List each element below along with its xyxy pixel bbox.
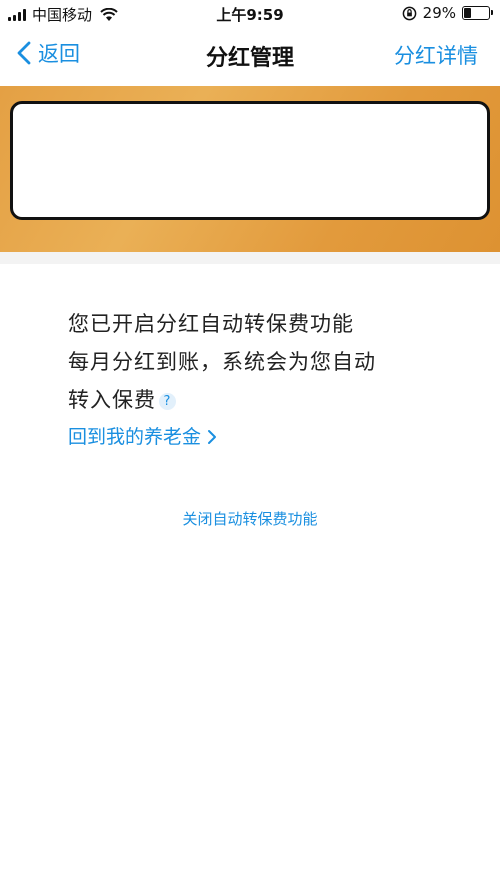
- status-bar: 中国移动 上午9:59 29%: [0, 0, 500, 28]
- section-divider: [0, 252, 500, 264]
- banner-card: [10, 101, 490, 220]
- chevron-right-icon: [208, 430, 217, 444]
- description-line-2: 转入保费?: [68, 381, 488, 419]
- description-text: 转入保费: [68, 388, 156, 412]
- rotation-lock-icon: [402, 6, 416, 20]
- navigation-bar: 返回 分红管理 分红详情: [0, 28, 500, 84]
- disable-auto-transfer-link[interactable]: 关闭自动转保费功能: [0, 508, 500, 529]
- battery-level: [464, 8, 471, 18]
- help-icon[interactable]: ?: [159, 393, 176, 410]
- dividend-details-button[interactable]: 分红详情: [394, 40, 478, 70]
- back-button[interactable]: 返回: [16, 38, 80, 68]
- chevron-left-icon: [17, 41, 31, 65]
- status-message: 您已开启分红自动转保费功能: [68, 312, 354, 336]
- main-content: 您已开启分红自动转保费功能 每月分红到账，系统会为您自动 转入保费? 回到我的养…: [68, 305, 488, 455]
- back-to-pension-label: 回到我的养老金: [68, 426, 202, 448]
- banner: [0, 86, 500, 252]
- back-button-label: 返回: [38, 42, 80, 66]
- description-line-1: 每月分红到账，系统会为您自动: [68, 350, 376, 374]
- back-to-pension-link[interactable]: 回到我的养老金: [68, 419, 217, 455]
- battery-percent: 29%: [422, 4, 456, 22]
- battery-icon: [462, 6, 493, 20]
- status-right: 29%: [402, 4, 493, 22]
